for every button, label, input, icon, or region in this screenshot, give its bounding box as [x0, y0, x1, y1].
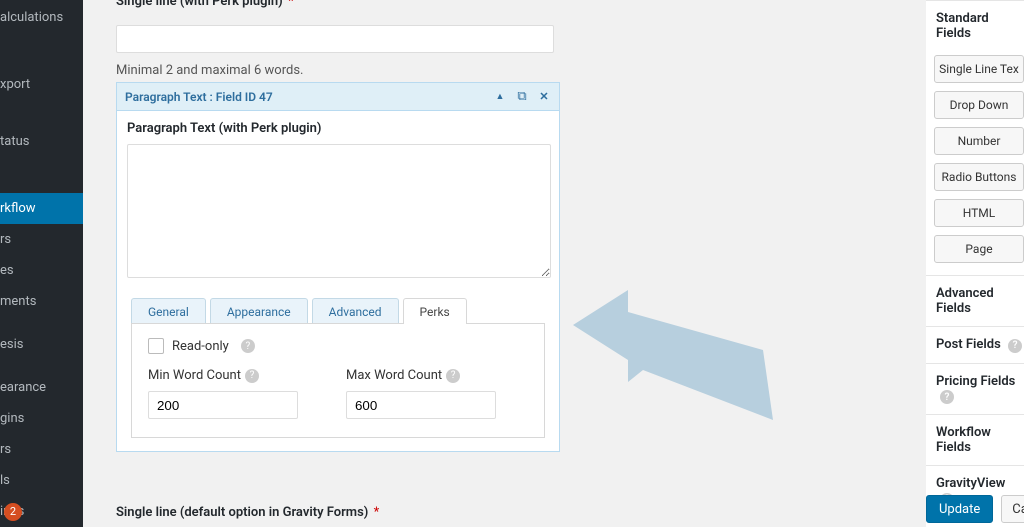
close-icon[interactable]: ✕	[537, 90, 551, 104]
help-icon[interactable]: ?	[940, 390, 954, 404]
menu-calculations[interactable]: alculations	[0, 2, 83, 33]
add-dropdown-button[interactable]: Drop Down	[934, 91, 1024, 119]
max-word-count-input[interactable]	[346, 391, 496, 419]
field-label: Single line (with Perk plugin) *	[116, 0, 554, 9]
perks-tab-panel: Read-only ? Min Word Count ? Max Word Co…	[131, 323, 545, 438]
paragraph-field-label: Paragraph Text (with Perk plugin)	[127, 121, 549, 136]
help-icon[interactable]: ?	[241, 339, 255, 353]
menu-item-5[interactable]: es	[0, 255, 83, 286]
card-header[interactable]: Paragraph Text : Field ID 47 ▲ ⧉ ✕	[117, 83, 559, 111]
update-count-badge: 2	[4, 503, 22, 521]
single-line-perk-input[interactable]	[116, 25, 554, 53]
help-icon[interactable]: ?	[245, 369, 259, 383]
update-button[interactable]: Update	[926, 495, 993, 523]
add-number-button[interactable]: Number	[934, 127, 1024, 155]
required-indicator: *	[288, 0, 294, 9]
readonly-checkbox[interactable]	[148, 338, 164, 354]
menu-item-4[interactable]: rs	[0, 224, 83, 255]
form-sidebar: Standard Fields Single Line Tex Drop Dow…	[926, 0, 1024, 527]
menu-workflow[interactable]: rkflow	[0, 193, 83, 224]
tab-appearance[interactable]: Appearance	[210, 298, 308, 324]
required-indicator: *	[374, 505, 380, 520]
card-header-title: Paragraph Text : Field ID 47	[125, 90, 493, 104]
menu-status[interactable]: tatus	[0, 126, 83, 157]
paragraph-textarea[interactable]	[127, 144, 551, 278]
add-page-button[interactable]: Page	[934, 235, 1024, 263]
wp-admin-sidebar: alculations xport tatus rkflow rs es men…	[0, 0, 83, 527]
duplicate-icon[interactable]: ⧉	[515, 90, 529, 104]
pricing-fields-label: Pricing Fields	[936, 374, 1015, 389]
min-word-count-label: Min Word Count	[148, 368, 241, 383]
tab-perks[interactable]: Perks	[403, 298, 467, 324]
readonly-label: Read-only	[172, 339, 229, 354]
tab-general[interactable]: General	[131, 298, 206, 324]
form-editor-main: Single line (with Perk plugin) * Minimal…	[83, 0, 1024, 527]
annotation-arrow-icon	[573, 290, 773, 420]
standard-fields-header[interactable]: Standard Fields	[926, 0, 1024, 51]
field-settings-tabs: General Appearance Advanced Perks	[127, 298, 549, 324]
menu-export[interactable]: xport	[0, 69, 83, 100]
cancel-button[interactable]: Cancel	[1001, 495, 1024, 523]
collapse-icon[interactable]: ▲	[493, 90, 507, 104]
single-line-default-label: Single line (default option in Gravity F…	[116, 505, 368, 520]
add-single-line-text-button[interactable]: Single Line Tex	[934, 55, 1024, 83]
pricing-fields-header[interactable]: Pricing Fields ?	[926, 363, 1024, 415]
help-icon[interactable]: ?	[1008, 339, 1022, 353]
add-html-button[interactable]: HTML	[934, 199, 1024, 227]
collapse-menu-row[interactable]: 2	[0, 497, 83, 527]
help-icon[interactable]: ?	[446, 369, 460, 383]
add-radio-buttons-button[interactable]: Radio Buttons	[934, 163, 1024, 191]
single-line-perk-label: Single line (with Perk plugin)	[116, 0, 283, 9]
advanced-fields-header[interactable]: Advanced Fields	[926, 275, 1024, 326]
menu-users[interactable]: rs	[0, 434, 83, 465]
tab-advanced[interactable]: Advanced	[312, 298, 399, 324]
post-fields-header[interactable]: Post Fields ?	[926, 326, 1024, 363]
single-line-perk-field: Single line (with Perk plugin) * Minimal…	[116, 0, 554, 78]
standard-fields-body: Single Line Tex Drop Down Number Radio B…	[926, 51, 1024, 275]
menu-genesis[interactable]: esis	[0, 329, 83, 360]
menu-item-6[interactable]: ments	[0, 286, 83, 317]
menu-appearance[interactable]: earance	[0, 372, 83, 403]
post-fields-label: Post Fields	[936, 337, 1001, 352]
menu-plugins[interactable]: gins	[0, 403, 83, 434]
gravityview-label: GravityView	[936, 476, 1005, 491]
menu-tools[interactable]: ls	[0, 465, 83, 496]
max-word-count-label: Max Word Count	[346, 368, 442, 383]
single-line-perk-helper: Minimal 2 and maximal 6 words.	[116, 63, 554, 78]
single-line-default-field: Single line (default option in Gravity F…	[116, 505, 379, 520]
paragraph-field-card: Paragraph Text : Field ID 47 ▲ ⧉ ✕ Parag…	[116, 82, 560, 452]
workflow-fields-header[interactable]: Workflow Fields	[926, 414, 1024, 465]
min-word-count-input[interactable]	[148, 391, 298, 419]
